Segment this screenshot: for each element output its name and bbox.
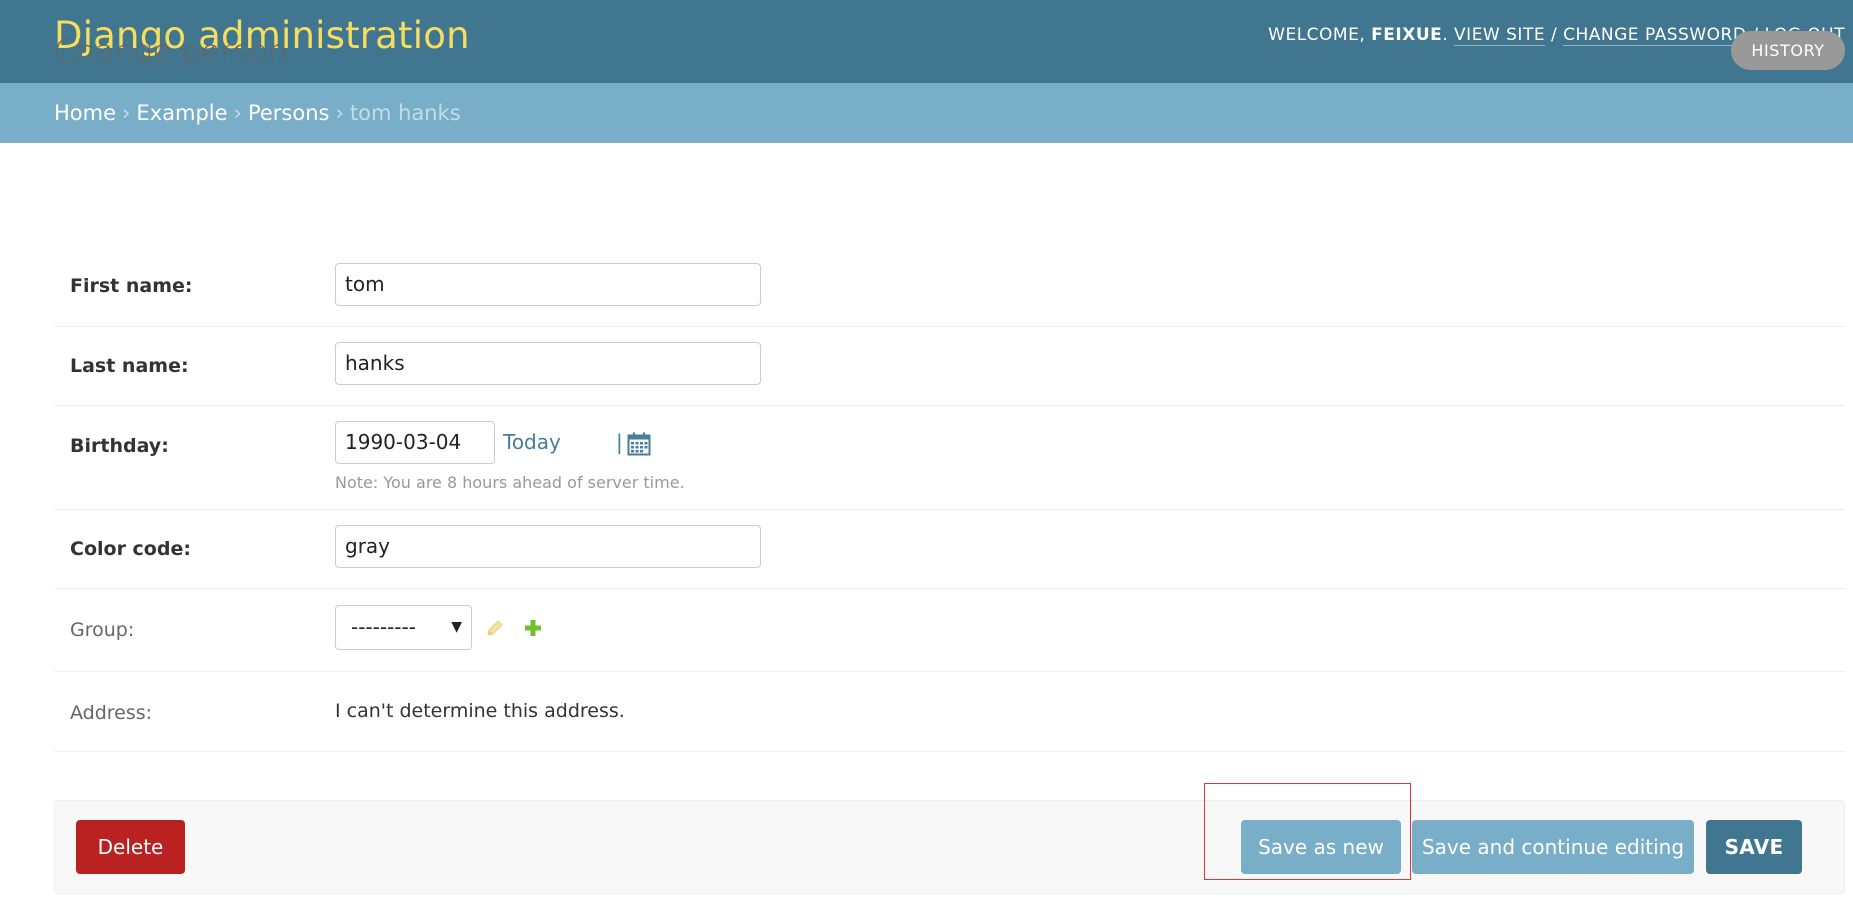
form-row-color-code: Color code: gray [54, 510, 1845, 589]
person-form: First name: tom Last name: hanks Birthda… [54, 247, 1845, 752]
group-selected-value: --------- [351, 615, 416, 639]
save-button[interactable]: SAVE [1706, 820, 1802, 874]
history-button[interactable]: History [1731, 31, 1845, 70]
last-name-label: Last name: [70, 355, 189, 377]
form-row-group: Group: --------- ▼ [54, 589, 1845, 672]
form-row-last-name: Last name: hanks [54, 327, 1845, 406]
page-title: Change person [54, 34, 288, 70]
group-label: Group: [70, 619, 135, 641]
address-value: I can't determine this address. [335, 700, 625, 722]
save-and-continue-button[interactable]: Save and continue editing [1412, 820, 1694, 874]
form-row-address: Address: I can't determine this address. [54, 672, 1845, 752]
user-name: feixue [1371, 25, 1443, 45]
color-code-label: Color code: [70, 538, 191, 560]
first-name-label: First name: [70, 275, 193, 297]
form-row-birthday: Birthday: 1990-03-04 Today | Note: You a… [54, 406, 1845, 510]
birthday-input[interactable]: 1990-03-04 [335, 421, 495, 464]
submit-row: Delete Save as new Save and continue edi… [54, 800, 1845, 894]
shortcut-separator: | [616, 430, 623, 454]
first-name-input[interactable]: tom [335, 263, 761, 306]
view-site-link[interactable]: View site [1454, 25, 1546, 46]
breadcrumb-home[interactable]: Home [54, 101, 116, 125]
welcome-text: Welcome, [1268, 25, 1366, 45]
dropdown-arrow-icon: ▼ [451, 619, 462, 635]
edit-related-icon[interactable] [486, 619, 504, 641]
breadcrumb-current: tom hanks [349, 101, 461, 125]
add-related-icon[interactable] [524, 619, 542, 641]
birthday-label: Birthday: [70, 435, 169, 457]
change-password-link[interactable]: Change password [1563, 25, 1747, 46]
timezone-help-text: Note: You are 8 hours ahead of server ti… [335, 473, 685, 492]
breadcrumb-persons[interactable]: Persons [248, 101, 330, 125]
breadcrumb-separator: › [122, 101, 131, 125]
breadcrumb-example[interactable]: Example [136, 101, 227, 125]
separator: / [1550, 25, 1558, 45]
address-label: Address: [70, 702, 153, 724]
form-row-first-name: First name: tom [54, 247, 1845, 327]
today-link[interactable]: Today [503, 430, 561, 454]
last-name-input[interactable]: hanks [335, 342, 761, 385]
delete-button[interactable]: Delete [76, 820, 185, 874]
save-as-new-button[interactable]: Save as new [1241, 820, 1401, 874]
calendar-icon[interactable] [627, 432, 651, 460]
breadcrumb-separator: › [335, 101, 344, 125]
color-code-input[interactable]: gray [335, 525, 761, 568]
breadcrumb: Home › Example › Persons › tom hanks [0, 83, 1853, 143]
group-select[interactable]: --------- ▼ [335, 605, 472, 650]
breadcrumb-separator: › [233, 101, 242, 125]
